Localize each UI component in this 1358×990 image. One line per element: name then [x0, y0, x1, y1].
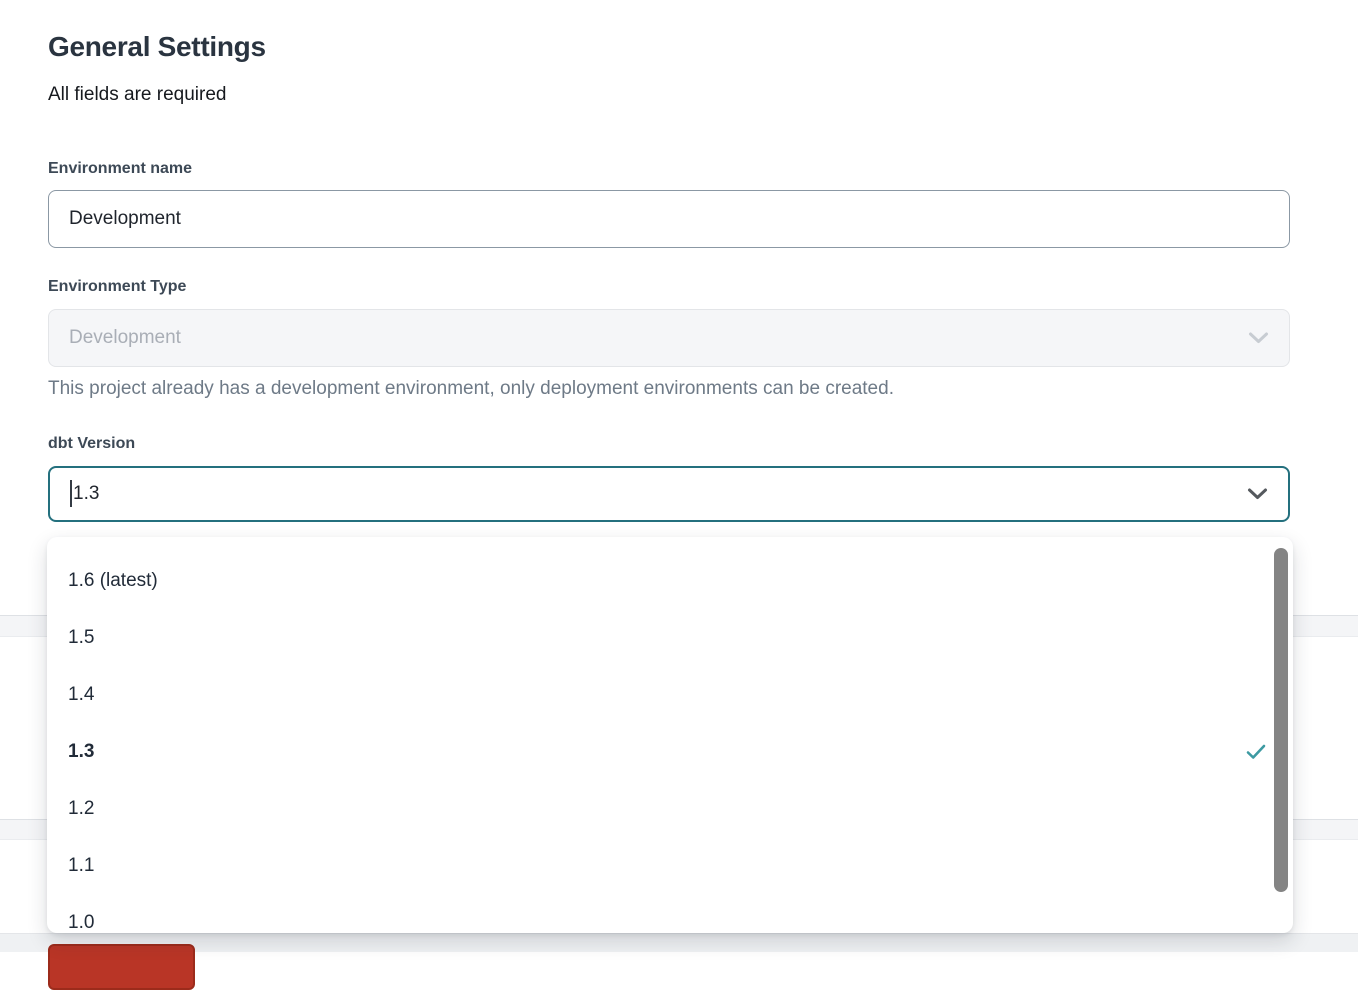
dropdown-option[interactable]: 1.6 (latest) [47, 552, 1293, 609]
page-bottom-strip [0, 933, 1358, 952]
check-icon [1246, 743, 1266, 760]
option-label: 1.5 [68, 627, 94, 649]
scrollbar-thumb[interactable] [1274, 548, 1288, 892]
chevron-down-icon [1247, 488, 1268, 501]
option-label: 1.2 [68, 798, 94, 820]
dropdown-option-selected[interactable]: 1.3 [47, 723, 1293, 780]
danger-button[interactable] [48, 944, 195, 990]
environment-name-input[interactable] [48, 190, 1290, 248]
chevron-down-icon [1248, 332, 1269, 345]
environment-name-label: Environment name [48, 160, 192, 178]
dropdown-option[interactable]: 1.4 [47, 666, 1293, 723]
dropdown-option[interactable]: 1.5 [47, 609, 1293, 666]
environment-type-helper: This project already has a development e… [48, 378, 894, 400]
option-label: 1.3 [68, 741, 94, 763]
environment-type-label: Environment Type [48, 278, 186, 296]
dbt-version-select[interactable]: 1.3 [48, 466, 1290, 522]
dropdown-option[interactable]: 1.2 [47, 780, 1293, 837]
dbt-version-value: 1.3 [73, 483, 99, 505]
page-subtitle: All fields are required [48, 84, 226, 106]
page-title: General Settings [48, 31, 266, 63]
text-cursor [70, 480, 72, 507]
option-label: 1.6 (latest) [68, 570, 158, 592]
dropdown-option[interactable]: 1.0 [47, 894, 1293, 933]
environment-type-value: Development [69, 327, 181, 349]
dropdown-option[interactable]: 1.1 [47, 837, 1293, 894]
option-label: 1.1 [68, 855, 94, 877]
dbt-version-label: dbt Version [48, 435, 135, 453]
option-label: 1.0 [68, 912, 94, 934]
option-label: 1.4 [68, 684, 94, 706]
environment-type-select: Development [48, 309, 1290, 367]
dbt-version-dropdown: 1.6 (latest) 1.5 1.4 1.3 1.2 1.1 1.0 [47, 537, 1293, 933]
